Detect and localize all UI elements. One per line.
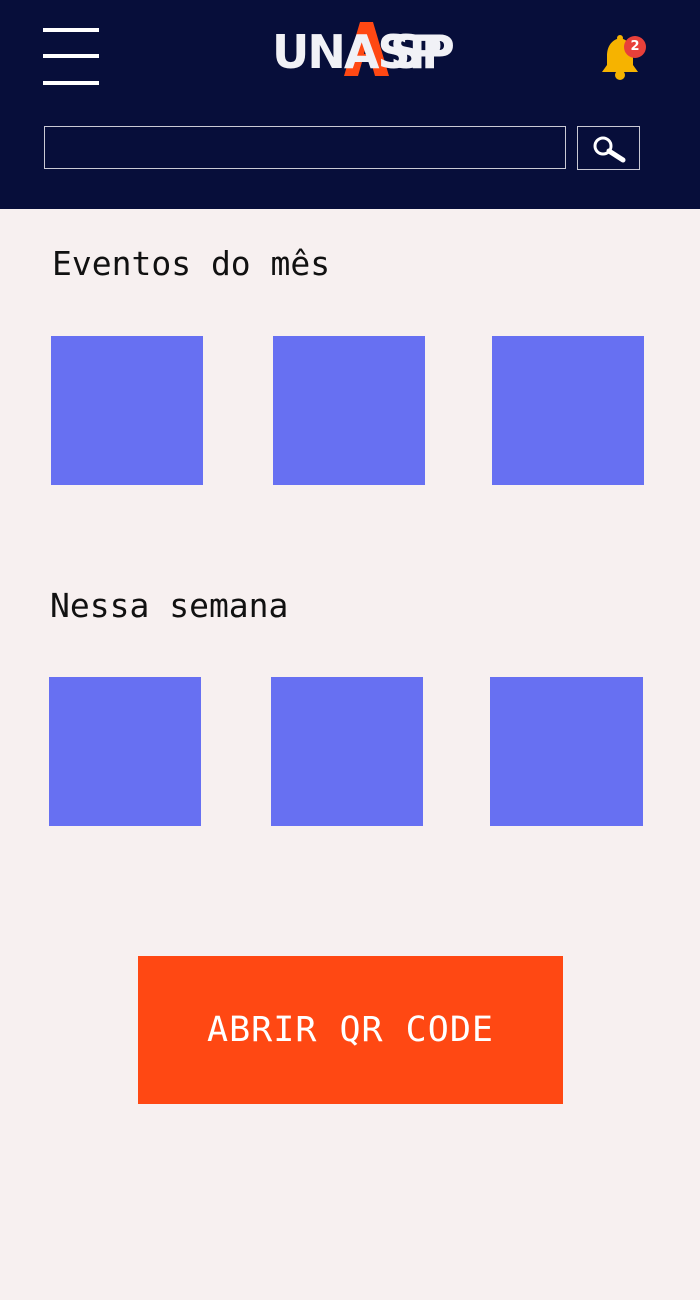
- unasp-logo: UNASP SP: [270, 18, 454, 80]
- week-event-card[interactable]: [490, 677, 643, 826]
- month-event-card[interactable]: [273, 336, 425, 485]
- section-title-month: Eventos do mês: [52, 244, 331, 283]
- menu-bar: [43, 28, 99, 32]
- week-event-card[interactable]: [49, 677, 201, 826]
- search-button[interactable]: [577, 126, 640, 170]
- menu-bar: [43, 81, 99, 85]
- menu-bar: [43, 54, 99, 58]
- logo-text-right: SP: [390, 25, 453, 79]
- month-event-card[interactable]: [492, 336, 644, 485]
- section-title-week: Nessa semana: [50, 586, 289, 625]
- search-input[interactable]: [44, 126, 566, 169]
- week-event-card[interactable]: [271, 677, 423, 826]
- menu-icon[interactable]: [43, 28, 99, 86]
- month-event-card[interactable]: [51, 336, 203, 485]
- notification-badge: 2: [624, 36, 646, 58]
- app-header: UNASP SP 2: [0, 0, 700, 209]
- open-qr-code-button[interactable]: ABRIR QR CODE: [138, 956, 563, 1104]
- unasp-logo-graphic: UNASP SP: [272, 22, 454, 79]
- search-icon: [593, 136, 625, 163]
